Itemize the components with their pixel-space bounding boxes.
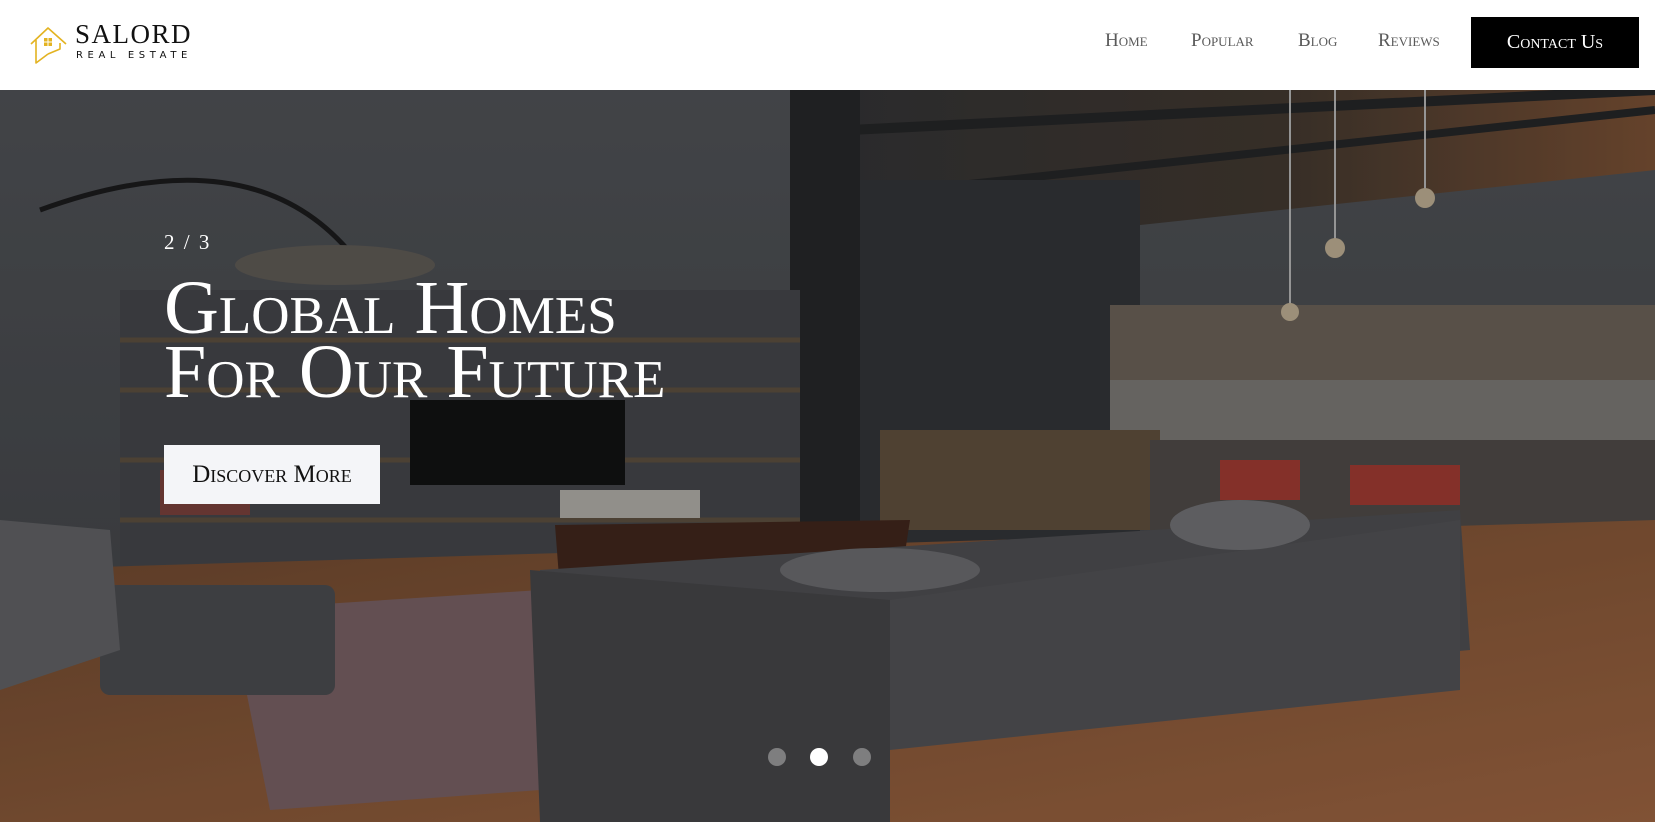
- hero-slider: 2 / 3 Global Homes For Our Future Discov…: [0, 90, 1655, 822]
- slider-pagination: [768, 746, 878, 768]
- house-logo-icon: [30, 27, 67, 64]
- nav-item-popular[interactable]: Popular: [1191, 26, 1254, 56]
- nav-item-home[interactable]: Home: [1105, 26, 1148, 56]
- hero-title: Global Homes For Our Future: [164, 270, 884, 414]
- slider-dot-1[interactable]: [768, 748, 786, 766]
- contact-us-button[interactable]: Contact Us: [1471, 17, 1639, 68]
- slider-dot-3[interactable]: [853, 748, 871, 766]
- brand-tagline: REAL ESTATE: [76, 50, 192, 61]
- slider-dot-2[interactable]: [810, 748, 828, 766]
- brand-logo[interactable]: SALORD REAL ESTATE: [28, 20, 198, 68]
- nav-item-blog[interactable]: Blog: [1298, 26, 1337, 56]
- brand-name: SALORD: [75, 19, 193, 49]
- slide-counter: 2 / 3: [164, 230, 212, 254]
- hero-title-line-2: For Our Future: [164, 330, 666, 414]
- nav-item-reviews[interactable]: Reviews: [1378, 26, 1440, 56]
- site-header: SALORD REAL ESTATE Home Popular Blog Rev…: [0, 0, 1655, 90]
- discover-more-button[interactable]: Discover More: [164, 445, 380, 504]
